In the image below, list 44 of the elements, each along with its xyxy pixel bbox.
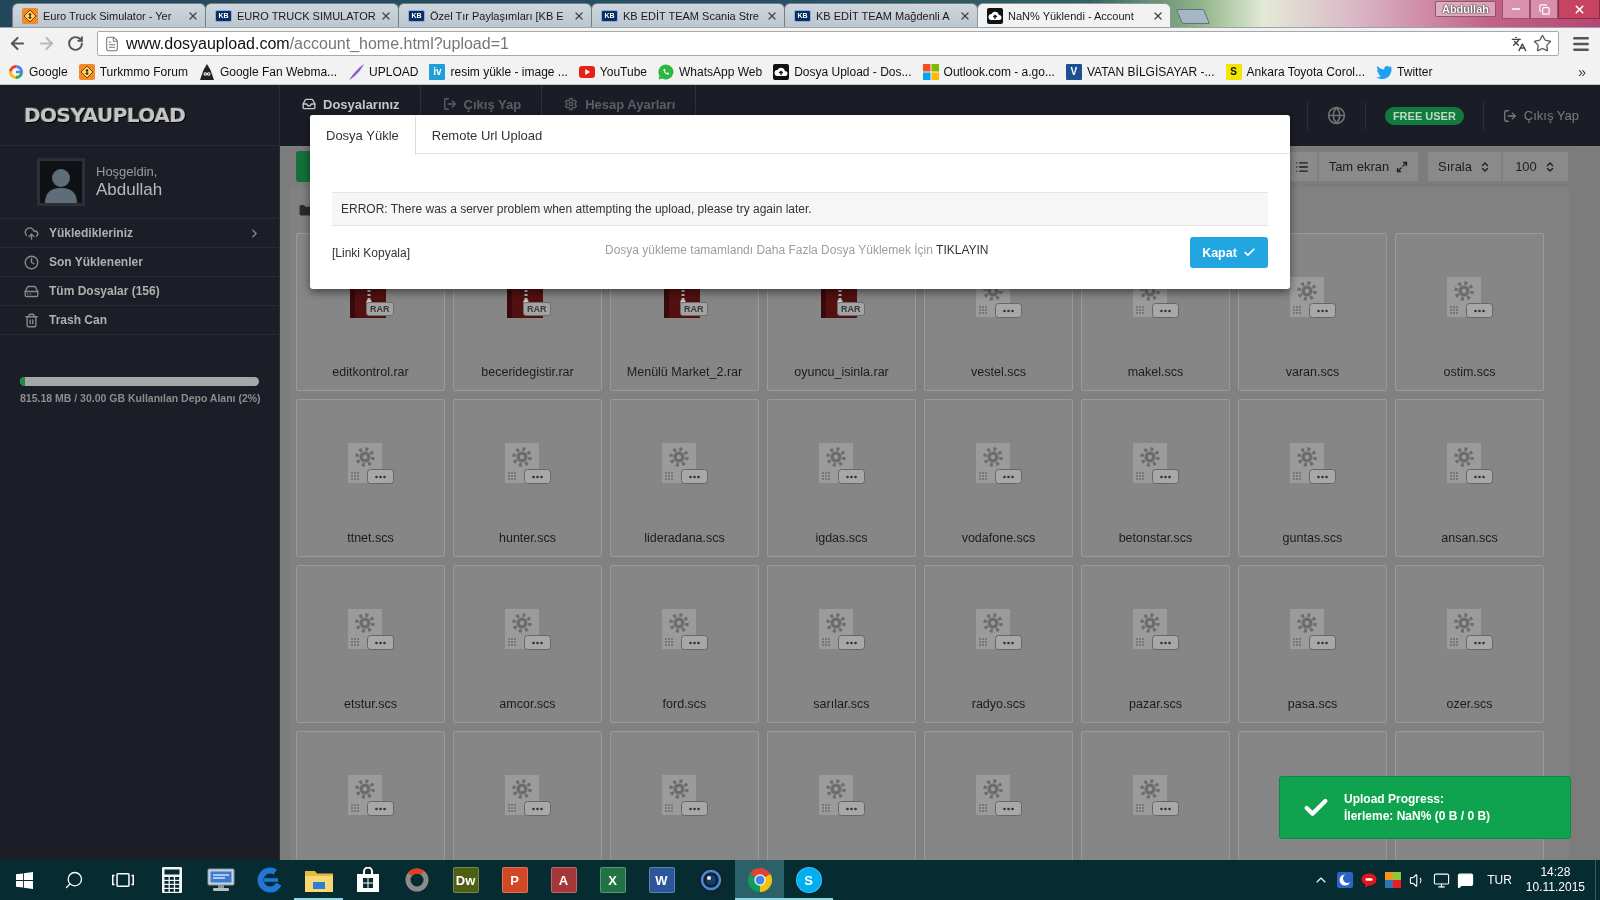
- storage-text: 815.18 MB / 30.00 GB Kullanılan Depo Alanı (2%): [20, 392, 261, 405]
- file-name: ostim.scs: [1443, 365, 1496, 379]
- file-type-badge: RAR: [366, 302, 394, 316]
- file-type-badge: RAR: [523, 302, 551, 316]
- file-name: ttnet.scs: [347, 531, 394, 545]
- file-type-badge: RAR: [837, 302, 865, 316]
- file-name: radyo.scs: [971, 697, 1026, 711]
- file-name: hunter.scs: [499, 531, 556, 545]
- file-name: makel.scs: [1127, 365, 1184, 379]
- app-tile: X: [599, 867, 626, 893]
- file-name: vodafone.scs: [961, 531, 1036, 545]
- file-name: ozer.scs: [1446, 697, 1493, 711]
- favicon-badge: S: [1225, 63, 1242, 80]
- file-name: ford.scs: [662, 697, 707, 711]
- toast-message: İlerleme: NaN% (0 B / 0 B): [1344, 809, 1491, 823]
- file-type-badge: RAR: [680, 302, 708, 316]
- app-tile: W: [648, 867, 675, 893]
- file-name: amcor.scs: [499, 697, 556, 711]
- error-message: ERROR: There was a server problem when attempting the upload, please try again later.: [332, 192, 1268, 226]
- app-tile: Dw: [452, 867, 479, 893]
- welcome-text: Hoşgeldin,: [96, 164, 159, 180]
- app-tile: A: [550, 867, 577, 893]
- app-tile: S: [795, 867, 822, 893]
- favicon-badge: iv: [429, 63, 446, 80]
- file-name: guntas.scs: [1282, 531, 1343, 545]
- user-name: Abdullah: [96, 179, 163, 200]
- file-name: igdas.scs: [815, 531, 868, 545]
- file-name: pasa.scs: [1287, 697, 1338, 711]
- app-tile: P: [501, 867, 528, 893]
- file-name: etstur.scs: [344, 697, 397, 711]
- file-name: Menülü Market_2.rar: [626, 365, 743, 379]
- file-name: beceridegistir.rar: [481, 365, 574, 379]
- file-name: editkontrol.rar: [332, 365, 409, 379]
- file-name: vestel.scs: [971, 365, 1026, 379]
- toast-title: Upload Progress:: [1344, 792, 1446, 806]
- file-name: oyuncu_isinla.rar: [794, 365, 889, 379]
- file-name: lideradana.scs: [644, 531, 725, 545]
- favicon-badge: V: [1065, 63, 1082, 80]
- file-name: ansan.scs: [1441, 531, 1498, 545]
- plan-badge: FREE USER: [1384, 106, 1464, 125]
- file-name: pazar.scs: [1129, 697, 1182, 711]
- file-name: sarılar.scs: [813, 697, 870, 711]
- file-name: varan.scs: [1285, 365, 1340, 379]
- file-name: betonstar.scs: [1118, 531, 1193, 545]
